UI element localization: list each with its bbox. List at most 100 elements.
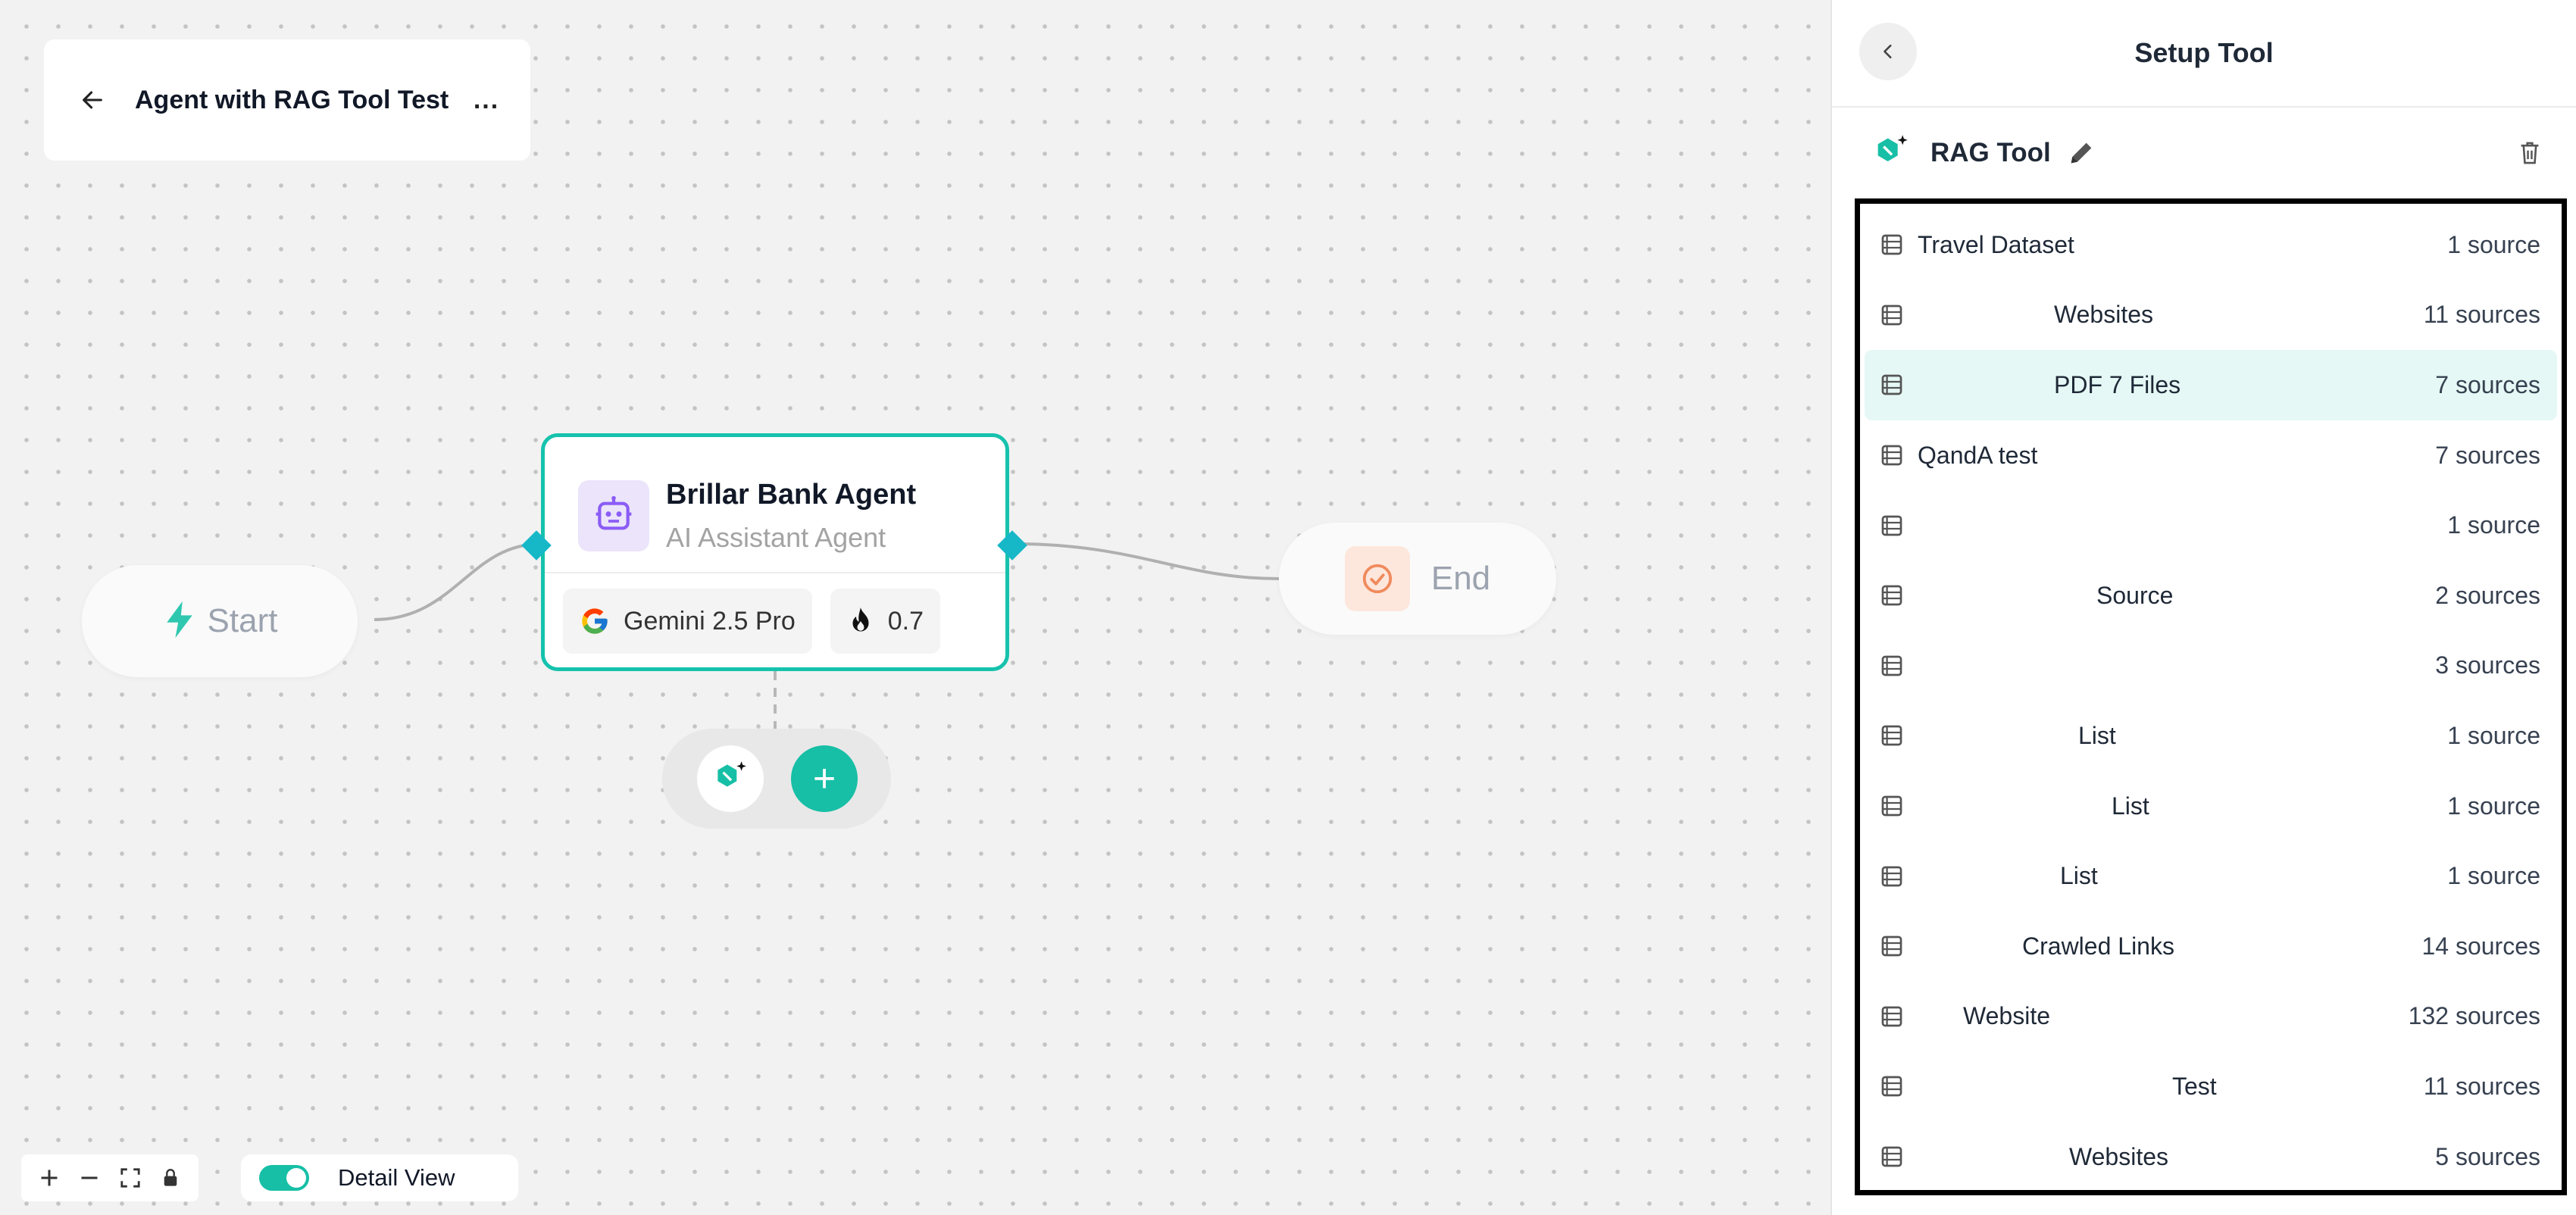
- detail-view-switch[interactable]: [259, 1165, 309, 1191]
- plus-icon: [41, 1170, 58, 1186]
- start-label: Start: [207, 602, 278, 639]
- dataset-source-count: 1 source: [2447, 721, 2540, 749]
- google-icon: [580, 606, 610, 636]
- add-tool-button[interactable]: +: [791, 745, 858, 812]
- dataset-row[interactable]: List 1 source: [1865, 701, 2557, 771]
- dataset-name: Websites: [2069, 1142, 2169, 1170]
- dataset-name: Test: [2172, 1072, 2217, 1100]
- more-icon[interactable]: ...: [465, 79, 508, 121]
- bolt-icon: [162, 600, 197, 643]
- dataset-icon: [1877, 723, 1907, 748]
- panel-title: Setup Tool: [2134, 37, 2274, 68]
- dataset-source-count: 11 sources: [2423, 1072, 2540, 1100]
- fit-view-button[interactable]: [114, 1161, 147, 1195]
- agent-subtitle: AI Assistant Agent: [666, 521, 886, 553]
- agent-node[interactable]: Brillar Bank Agent AI Assistant Agent Ge…: [541, 433, 1009, 671]
- tool-name: RAG Tool: [1930, 138, 2051, 167]
- dataset-name: Source: [2096, 581, 2174, 609]
- dataset-row[interactable]: List 1 source: [1865, 771, 2557, 842]
- detail-view-label: Detail View: [338, 1164, 455, 1191]
- dataset-source-count: 2 sources: [2435, 581, 2540, 609]
- dataset-row[interactable]: 1 source: [1865, 490, 2557, 561]
- dataset-row[interactable]: Source 2 sources: [1865, 561, 2557, 631]
- zoom-out-button[interactable]: [73, 1161, 106, 1195]
- dataset-source-count: 1 source: [2447, 792, 2540, 820]
- dataset-name: QandA test: [1918, 441, 2038, 469]
- dataset-name: List: [2112, 792, 2149, 820]
- dataset-icon: [1877, 443, 1907, 467]
- dataset-source-count: 7 sources: [2435, 370, 2540, 398]
- dataset-source-count: 14 sources: [2421, 932, 2540, 960]
- robot-icon: [578, 480, 649, 551]
- rag-tool-button[interactable]: [697, 745, 764, 812]
- dataset-source-count: 3 sources: [2435, 651, 2540, 679]
- temperature-chip[interactable]: 0.7: [830, 589, 941, 654]
- end-node[interactable]: End: [1279, 523, 1556, 635]
- dataset-icon: [1877, 303, 1907, 327]
- dataset-row[interactable]: QandA test 7 sources: [1865, 420, 2557, 491]
- dataset-row[interactable]: List 1 source: [1865, 841, 2557, 911]
- dataset-source-count: 5 sources: [2435, 1142, 2540, 1170]
- rag-tool-icon: [1871, 132, 1911, 175]
- dataset-icon: [1877, 934, 1907, 958]
- pencil-icon[interactable]: [2066, 138, 2096, 168]
- dataset-source-count: 1 source: [2447, 230, 2540, 258]
- edge-agent-end: [1014, 542, 1280, 580]
- dataset-row[interactable]: Travel Dataset 1 source: [1865, 210, 2557, 280]
- dataset-row[interactable]: 3 sources: [1865, 631, 2557, 701]
- dataset-source-count: 11 sources: [2423, 301, 2540, 329]
- lock-icon: [164, 1169, 177, 1186]
- dataset-row[interactable]: Websites 5 sources: [1865, 1122, 2557, 1192]
- dataset-name: Travel Dataset: [1918, 230, 2074, 258]
- dataset-icon: [1877, 233, 1907, 257]
- flow-canvas[interactable]: Agent with RAG Tool Test ... Start Brill…: [0, 0, 1830, 1215]
- edge-start-agent: [374, 542, 542, 621]
- model-chip[interactable]: Gemini 2.5 Pro: [563, 589, 812, 654]
- dataset-source-count: 1 source: [2447, 862, 2540, 890]
- chevron-left-icon: [1884, 44, 1892, 59]
- dataset-row[interactable]: Websites 11 sources: [1865, 280, 2557, 351]
- dataset-icon: [1877, 514, 1907, 538]
- dataset-row[interactable]: Crawled Links 14 sources: [1865, 911, 2557, 982]
- rag-tool-icon: [711, 758, 749, 800]
- panel-back-button[interactable]: [1859, 23, 1917, 80]
- dataset-icon: [1877, 1074, 1907, 1098]
- dataset-icon: [1877, 1004, 1907, 1029]
- setup-tool-panel: Setup Tool RAG Tool Travel Dataset 1 sour…: [1830, 0, 2576, 1215]
- panel-header: Setup Tool: [1832, 0, 2576, 108]
- start-node[interactable]: Start: [82, 565, 358, 677]
- back-arrow-icon[interactable]: [71, 79, 114, 121]
- model-label: Gemini 2.5 Pro: [624, 606, 796, 636]
- dataset-row[interactable]: Test 11 sources: [1865, 1051, 2557, 1122]
- tool-row: RAG Tool: [1832, 108, 2576, 198]
- detail-view-toggle[interactable]: Detail View: [241, 1154, 518, 1201]
- dataset-icon: [1877, 864, 1907, 889]
- temperature-label: 0.7: [887, 606, 924, 636]
- agent-name: Brillar Bank Agent: [666, 478, 917, 511]
- plus-icon: +: [812, 757, 836, 801]
- end-label: End: [1430, 560, 1491, 597]
- dataset-source-count: 132 sources: [2408, 1002, 2540, 1030]
- flow-title-card: Agent with RAG Tool Test ...: [44, 39, 530, 161]
- dataset-name: List: [2060, 862, 2098, 890]
- dataset-name: Crawled Links: [2022, 932, 2174, 960]
- dataset-name: Website: [1963, 1002, 2051, 1030]
- flame-icon: [847, 606, 874, 636]
- dataset-row[interactable]: PDF 7 Files 7 sources: [1865, 350, 2557, 420]
- trash-icon[interactable]: [2517, 139, 2543, 167]
- dataset-icon: [1877, 583, 1907, 608]
- minus-icon: [81, 1176, 98, 1179]
- dataset-icon: [1877, 654, 1907, 678]
- flow-title: Agent with RAG Tool Test: [135, 86, 449, 114]
- dataset-name: Websites: [2054, 301, 2154, 329]
- dataset-icon: [1877, 1145, 1907, 1169]
- zoom-in-button[interactable]: [33, 1161, 66, 1195]
- dataset-icon: [1877, 373, 1907, 397]
- lock-button[interactable]: [154, 1161, 187, 1195]
- dataset-name: PDF 7 Files: [2054, 370, 2181, 398]
- dataset-row[interactable]: Website 132 sources: [1865, 982, 2557, 1052]
- dataset-name: List: [2078, 721, 2116, 749]
- dataset-source-count: 7 sources: [2435, 441, 2540, 469]
- dataset-source-count: 1 source: [2447, 511, 2540, 539]
- fit-view-icon: [120, 1168, 140, 1188]
